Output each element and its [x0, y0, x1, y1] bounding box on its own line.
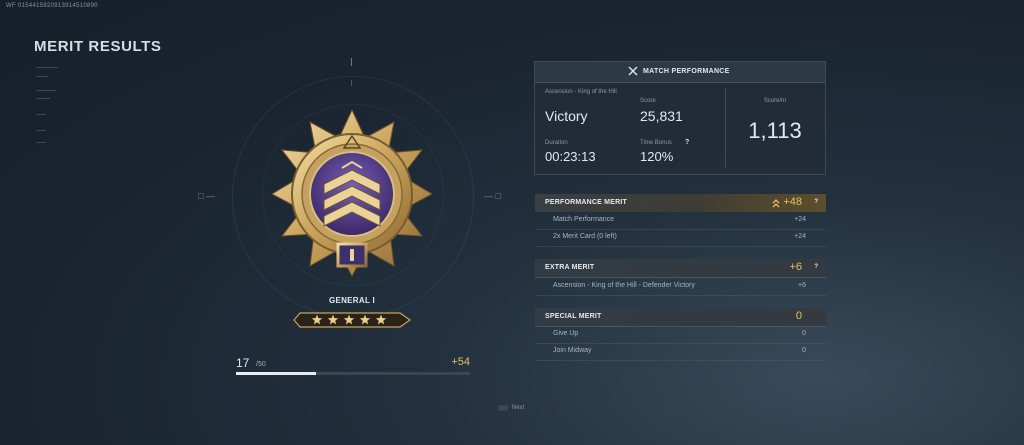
- double-chevron-up-icon: [772, 199, 780, 208]
- extra-merit-header: EXTRA MERIT +6 ?: [535, 259, 826, 278]
- top-tick: [351, 58, 352, 66]
- top-tick-small: [351, 80, 352, 86]
- ghost-line: [36, 98, 50, 99]
- merit-row: 2x Merit Card (0 left) +24: [535, 230, 826, 247]
- rank-stars: [292, 311, 412, 329]
- rank-name: GENERAL I: [328, 296, 376, 305]
- time-bonus-help-button[interactable]: ?: [685, 139, 689, 146]
- score-per-minute-value: 1,113: [748, 118, 802, 143]
- merit-row-name: Join Midway: [553, 347, 592, 354]
- merit-row-value: 0: [802, 330, 806, 337]
- merit-row: Join Midway 0: [535, 344, 826, 361]
- game-mode-label: Ascension - King of the Hill: [545, 89, 617, 95]
- page-title: MERIT RESULTS: [34, 38, 162, 55]
- score-value: 25,831: [640, 108, 683, 124]
- merit-row-name: Ascension - King of the Hill - Defender …: [553, 282, 695, 289]
- score-per-minute-label: Score/m: [763, 98, 787, 104]
- merit-row-value: +6: [798, 282, 806, 289]
- special-merit-title: SPECIAL MERIT: [545, 313, 602, 320]
- crossed-swords-icon: [628, 66, 638, 76]
- special-merit-header: SPECIAL MERIT 0: [535, 308, 826, 327]
- merit-row: Match Performance +24: [535, 213, 826, 230]
- merit-row: Give Up 0: [535, 327, 826, 344]
- merit-row: Ascension - King of the Hill - Defender …: [535, 279, 826, 296]
- rank-progress-gain: +54: [451, 356, 470, 368]
- performance-merit-help-button[interactable]: ?: [814, 199, 818, 205]
- rank-progress-fill: [236, 372, 316, 375]
- rank-medal-icon: [262, 108, 442, 278]
- time-bonus-label: Time Bonus: [640, 140, 672, 146]
- merit-row-name: Match Performance: [553, 216, 615, 223]
- right-marker: — □: [484, 191, 501, 201]
- extra-merit-help-button[interactable]: ?: [814, 264, 818, 270]
- merit-row-name: Give Up: [553, 330, 579, 337]
- rank-progress-current: 17: [236, 356, 250, 370]
- left-marker: □ —: [198, 191, 215, 201]
- special-merit-total: 0: [795, 310, 802, 322]
- ghost-line: [36, 130, 46, 131]
- rank-progress-max: /50: [256, 361, 266, 368]
- match-performance-header: MATCH PERFORMANCE: [535, 62, 825, 83]
- merit-row-value: +24: [794, 233, 806, 240]
- ghost-line: [36, 76, 48, 77]
- merit-row-value: 0: [802, 347, 806, 354]
- ghost-line: [36, 114, 46, 115]
- ghost-line: [36, 67, 58, 68]
- duration-label: Duration: [545, 140, 568, 146]
- ghost-line: [36, 142, 46, 143]
- merit-row-value: +24: [794, 216, 806, 223]
- time-bonus-value: 120%: [640, 149, 674, 164]
- match-result: Victory: [545, 108, 588, 124]
- performance-merit-header: PERFORMANCE MERIT +48 ?: [535, 194, 826, 212]
- match-performance-panel: MATCH PERFORMANCE Ascension - King of th…: [534, 61, 826, 175]
- merit-row-name: 2x Merit Card (0 left): [553, 233, 617, 240]
- performance-merit-total: +48: [783, 196, 802, 208]
- session-id: WF 0154415920913914510890: [6, 3, 98, 9]
- performance-merit-title: PERFORMANCE MERIT: [545, 199, 627, 206]
- score-label: Score: [640, 98, 656, 104]
- next-button[interactable]: Next: [512, 405, 524, 411]
- extra-merit-total: +6: [789, 261, 802, 273]
- match-performance-title: MATCH PERFORMANCE: [643, 68, 730, 75]
- extra-merit-title: EXTRA MERIT: [545, 264, 595, 271]
- rank-progress-bar: [236, 372, 470, 375]
- ghost-line: [36, 90, 56, 91]
- duration-value: 00:23:13: [545, 149, 596, 164]
- keyboard-key-icon: [498, 405, 508, 411]
